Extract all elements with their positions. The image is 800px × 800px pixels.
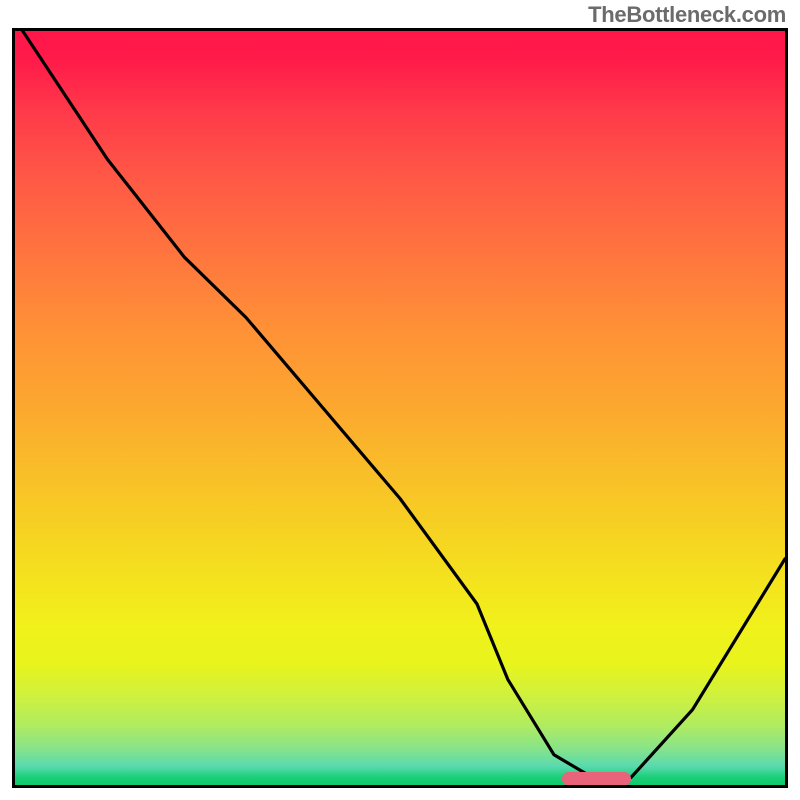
chart-gradient-background (15, 31, 785, 785)
chart-frame (12, 28, 788, 788)
watermark-text: TheBottleneck.com (588, 2, 786, 28)
minimum-marker (562, 772, 631, 786)
